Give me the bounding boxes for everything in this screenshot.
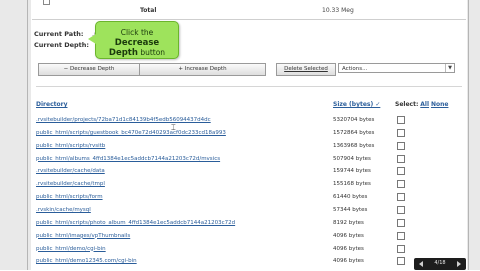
increase-depth-button[interactable]: + Increase Depth (140, 64, 265, 75)
directory-link[interactable]: public_html/demo/cgi-bin (36, 246, 106, 252)
row-checkbox[interactable] (397, 154, 405, 163)
directory-link[interactable]: public_html/scripts/guestbook_bc470e72d4… (36, 130, 226, 136)
next-icon[interactable] (457, 261, 461, 267)
table-row: public_html/scripts/rvsitb 1363968 bytes (36, 141, 456, 156)
select-header: Select: All None (395, 101, 448, 108)
right-border (467, 0, 480, 270)
row-checkbox[interactable] (397, 218, 405, 227)
actions-select-value: Actions... (342, 66, 368, 72)
row-checkbox[interactable] (397, 244, 405, 253)
row-checkbox[interactable] (397, 205, 405, 214)
instruction-callout: Click the Decrease Depth button (88, 21, 179, 59)
directory-link[interactable]: .rvskin/cache/mysql (36, 207, 91, 213)
table-row: .rvsitebuilder/cache/data 159744 bytes (36, 167, 456, 181)
divider (36, 86, 462, 87)
depth-button-bar: − Decrease Depth + Increase Depth (38, 63, 266, 76)
table-row: public_html/scripts/form 61440 bytes (36, 193, 456, 207)
table-row: public_html/scripts/photo_album_4ffd1384… (36, 218, 456, 233)
size-column-header[interactable]: Size (bytes) ✓ (333, 101, 380, 108)
size-value: 4096 bytes (333, 232, 364, 239)
actions-select[interactable]: Actions... ▼ (338, 63, 455, 73)
table-row: public_html/demo12345.com/cgi-bin 4096 by… (36, 257, 456, 271)
directory-link[interactable]: public_html/scripts/rvsitb (36, 143, 105, 149)
size-value: 507904 bytes (333, 155, 371, 162)
total-label: Total (140, 7, 157, 14)
mouse-cursor-icon: ⌶ (171, 123, 176, 132)
directory-link[interactable]: public_html/albums_4ffd1384e1ec5addcb714… (36, 156, 220, 162)
current-path-label: Current Path: (34, 30, 84, 38)
select-none-link[interactable]: None (431, 101, 448, 108)
size-value: 4096 bytes (333, 258, 364, 265)
table-row: .rvskin/cache/mysql 57344 bytes (36, 205, 456, 220)
row-checkbox[interactable] (397, 128, 405, 137)
callout-pre: Click the (120, 28, 154, 37)
total-row-checkbox[interactable] (43, 0, 50, 5)
directory-link[interactable]: public_html/images/vpThumbnails (36, 233, 130, 239)
size-value: 159744 bytes (333, 168, 371, 175)
table-row: public_html/scripts/guestbook_bc470e72d4… (36, 128, 456, 143)
directory-link[interactable]: .rvsitebuilder/projects/72ba71d1c84139b4… (36, 117, 211, 123)
callout-post: button (140, 48, 166, 57)
screen: Total 10.33 Meg Current Path: .r Current… (0, 0, 480, 270)
delete-selected-button[interactable]: Delete Selected (276, 63, 336, 76)
row-checkbox[interactable] (397, 141, 405, 150)
size-value: 1363968 bytes (333, 142, 375, 149)
directory-link[interactable]: public_html/demo12345.com/cgi-bin (36, 258, 137, 264)
select-label: Select: (395, 101, 419, 108)
directory-link[interactable]: public_html/scripts/form (36, 194, 103, 200)
slide-player-controls: 4/18 (414, 258, 466, 270)
row-checkbox[interactable] (397, 180, 405, 189)
directory-link[interactable]: .rvsitebuilder/cache/data (36, 168, 105, 174)
table-row: public_html/demo/cgi-bin 4096 bytes (36, 244, 456, 259)
size-value: 155168 bytes (333, 181, 371, 188)
directory-link[interactable]: .rvsitebuilder/cache/tmpl (36, 181, 105, 187)
chevron-down-icon: ▼ (445, 64, 454, 72)
table-row: .rvsitebuilder/cache/tmpl 155168 bytes (36, 180, 456, 194)
size-value: 61440 bytes (333, 194, 368, 201)
callout-pointer (88, 34, 96, 44)
callout-text: Click the Decrease Depth button (100, 28, 174, 58)
total-size: 10.33 Meg (322, 7, 354, 14)
directory-link[interactable]: public_html/scripts/photo_album_4ffd1384… (36, 220, 235, 226)
size-value: 8192 bytes (333, 219, 364, 226)
table-row: public_html/albums_4ffd1384e1ec5addcb714… (36, 154, 456, 169)
row-checkbox[interactable] (397, 193, 405, 202)
select-all-link[interactable]: All (420, 101, 429, 108)
row-checkbox[interactable] (397, 167, 405, 176)
size-value: 5320704 bytes (333, 117, 375, 123)
size-value: 57344 bytes (333, 206, 368, 213)
table-row: .rvsitebuilder/projects/72ba71d1c84139b4… (36, 116, 456, 130)
slide-page-indicator: 4/18 (434, 260, 446, 266)
size-value: 1572864 bytes (333, 129, 375, 136)
total-row: Total 10.33 Meg (32, 0, 466, 20)
directory-column-header[interactable]: Directory (36, 101, 67, 108)
decrease-depth-button[interactable]: − Decrease Depth (39, 64, 140, 75)
current-depth-label: Current Depth: (34, 41, 90, 49)
row-checkbox[interactable] (397, 231, 405, 240)
row-checkbox[interactable] (397, 116, 405, 124)
previous-icon[interactable] (419, 261, 423, 267)
table-row: public_html/images/vpThumbnails 4096 byte… (36, 231, 456, 246)
size-value: 4096 bytes (333, 245, 364, 252)
row-checkbox[interactable] (397, 257, 405, 266)
left-border (0, 0, 31, 270)
